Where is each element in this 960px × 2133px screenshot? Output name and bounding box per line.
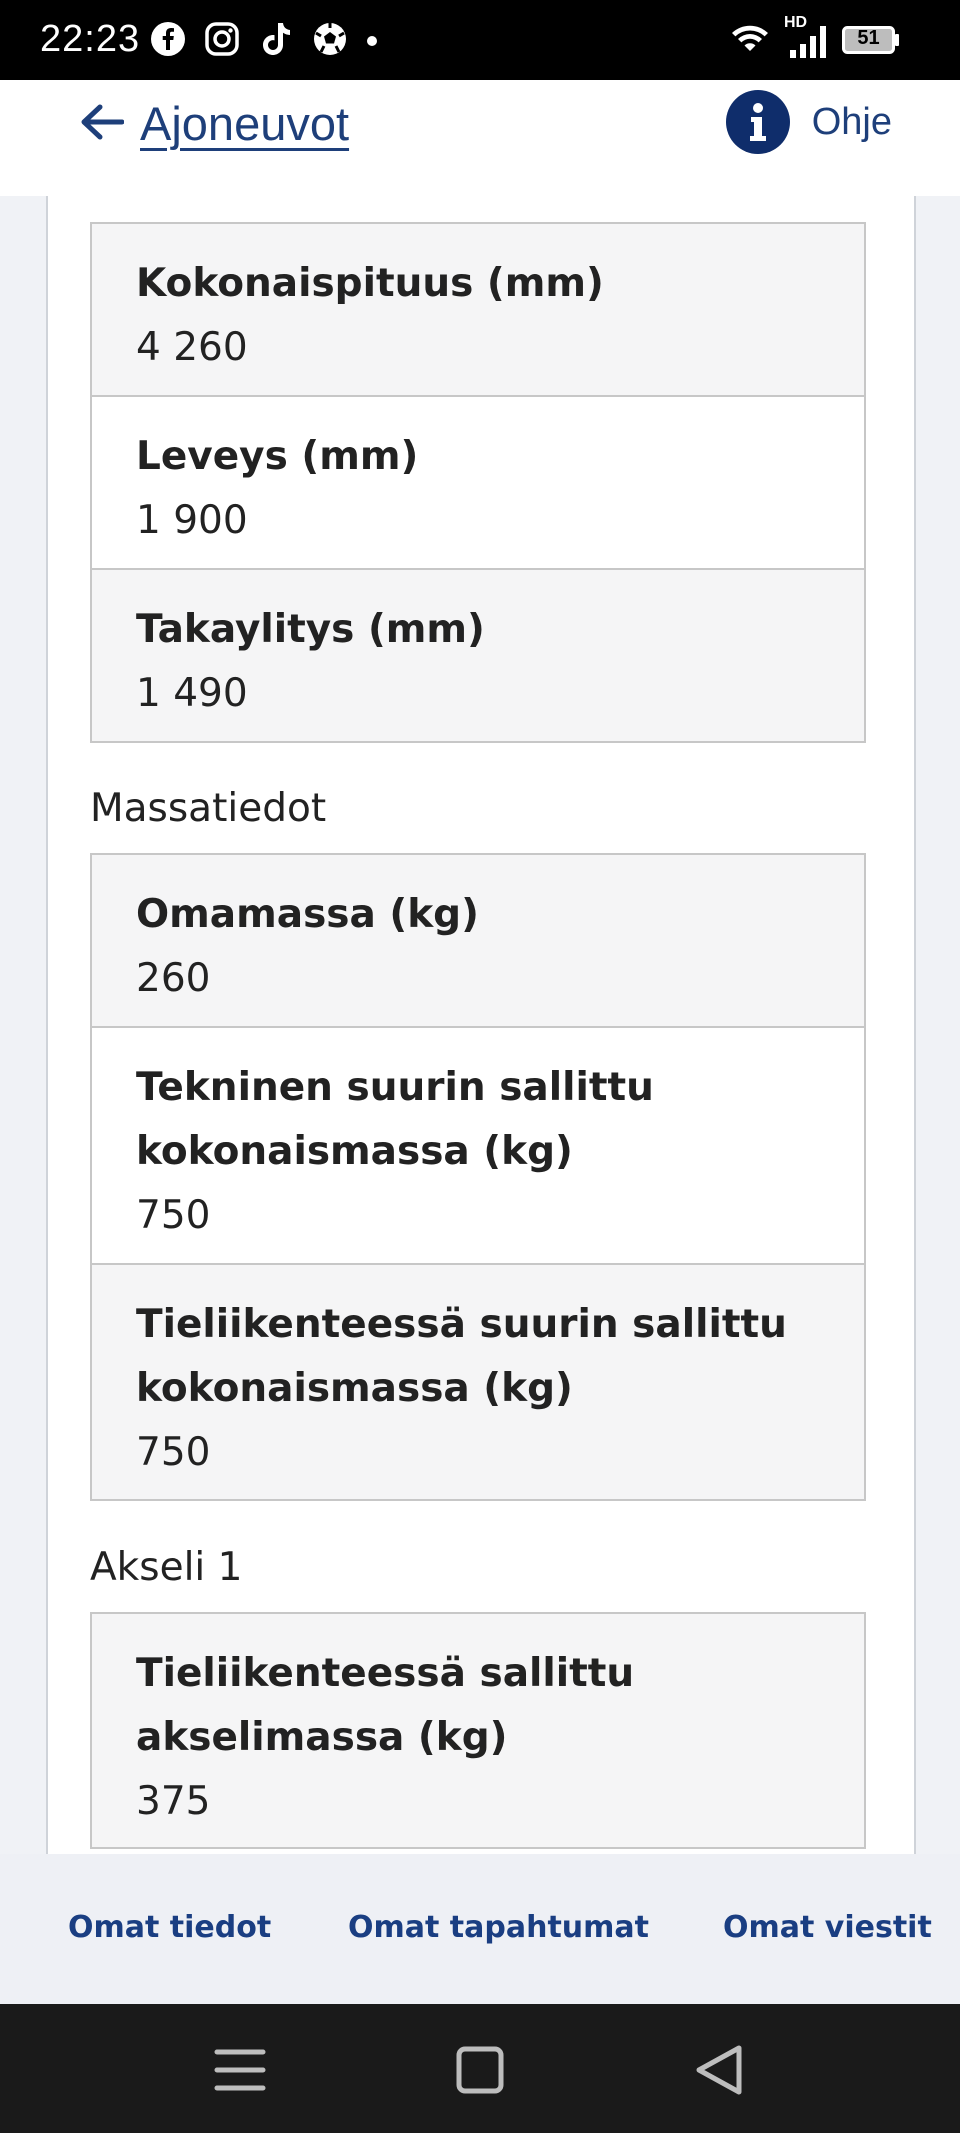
notification-icons xyxy=(150,20,378,62)
home-square-icon[interactable] xyxy=(456,2046,504,2098)
field-label: Tieliikenteessä suurin sallittu kokonais… xyxy=(136,1293,820,1421)
dimensions-card: Kokonaispituus (mm) 4 260 Leveys (mm) 1 … xyxy=(90,222,866,743)
info-icon xyxy=(725,90,790,154)
list-item: Tieliikenteessä suurin sallittu kokonais… xyxy=(92,1265,864,1499)
field-label: Kokonaispituus (mm) xyxy=(136,261,604,306)
field-value: 260 xyxy=(136,956,211,1001)
field-label-line: Tieliikenteessä sallittu xyxy=(136,1651,635,1696)
field-value: 1 900 xyxy=(136,498,248,543)
section-title-axle: Akseli 1 xyxy=(90,1545,243,1590)
nav-item-omat-viestit[interactable]: Omat viestit xyxy=(723,1910,932,1945)
field-value: 4 260 xyxy=(136,325,248,370)
dot-icon xyxy=(366,32,378,51)
field-label-line: Tekninen suurin sallittu xyxy=(136,1065,654,1110)
bottom-navigation: Omat tiedot Omat tapahtumat Omat viestit xyxy=(0,1854,960,2004)
battery-level: 51 xyxy=(857,27,880,49)
list-item: Takaylitys (mm) 1 490 xyxy=(92,570,864,741)
facebook-icon xyxy=(150,21,186,61)
status-time: 22:23 xyxy=(40,18,141,60)
help-label: Ohje xyxy=(811,100,892,143)
mass-card: Omamassa (kg) 260 Tekninen suurin sallit… xyxy=(90,853,866,1501)
back-link[interactable]: Ajoneuvot xyxy=(78,96,349,151)
field-label-line: kokonaismassa (kg) xyxy=(136,1366,573,1411)
list-item: Omamassa (kg) 260 xyxy=(92,855,864,1028)
field-label: Tekninen suurin sallittu kokonaismassa (… xyxy=(136,1056,820,1184)
status-bar: 22:23 HD 51 xyxy=(0,0,960,80)
field-label-line: Tieliikenteessä suurin sallittu xyxy=(136,1302,787,1347)
section-title-mass: Massatiedot xyxy=(90,786,327,831)
wifi-icon xyxy=(730,21,770,59)
main-content: Kokonaispituus (mm) 4 260 Leveys (mm) 1 … xyxy=(0,196,960,1854)
system-navigation-bar xyxy=(0,2004,960,2133)
field-label: Tieliikenteessä sallittu akselimassa (kg… xyxy=(136,1642,820,1770)
field-value: 375 xyxy=(136,1779,211,1824)
field-label: Leveys (mm) xyxy=(136,434,419,479)
field-label: Omamassa (kg) xyxy=(136,892,479,937)
arrow-left-icon xyxy=(78,102,125,146)
football-icon xyxy=(312,21,348,61)
list-item: Kokonaispituus (mm) 4 260 xyxy=(92,224,864,397)
field-label-line: kokonaismassa (kg) xyxy=(136,1129,573,1174)
nav-item-omat-tiedot[interactable]: Omat tiedot xyxy=(68,1910,271,1945)
list-item: Leveys (mm) 1 900 xyxy=(92,397,864,570)
back-triangle-icon[interactable] xyxy=(694,2044,744,2100)
field-label: Takaylitys (mm) xyxy=(136,607,485,652)
tiktok-icon xyxy=(258,20,294,62)
field-label-line: akselimassa (kg) xyxy=(136,1715,508,1760)
instagram-icon xyxy=(204,21,240,61)
nav-item-omat-tapahtumat[interactable]: Omat tapahtumat xyxy=(348,1910,649,1945)
help-button[interactable]: Ohje xyxy=(725,90,892,154)
axle-card: Tieliikenteessä sallittu akselimassa (kg… xyxy=(90,1612,866,1849)
system-status-icons: HD 51 xyxy=(730,14,900,60)
list-item: Tieliikenteessä sallittu akselimassa (kg… xyxy=(92,1614,864,1847)
list-item: Tekninen suurin sallittu kokonaismassa (… xyxy=(92,1028,864,1265)
field-value: 750 xyxy=(136,1430,211,1475)
field-value: 1 490 xyxy=(136,671,248,716)
back-link-label: Ajoneuvot xyxy=(140,97,350,150)
signal-icon: HD xyxy=(784,14,828,60)
field-value: 750 xyxy=(136,1193,211,1238)
battery-icon: 51 xyxy=(842,26,900,54)
menu-icon[interactable] xyxy=(214,2048,266,2096)
